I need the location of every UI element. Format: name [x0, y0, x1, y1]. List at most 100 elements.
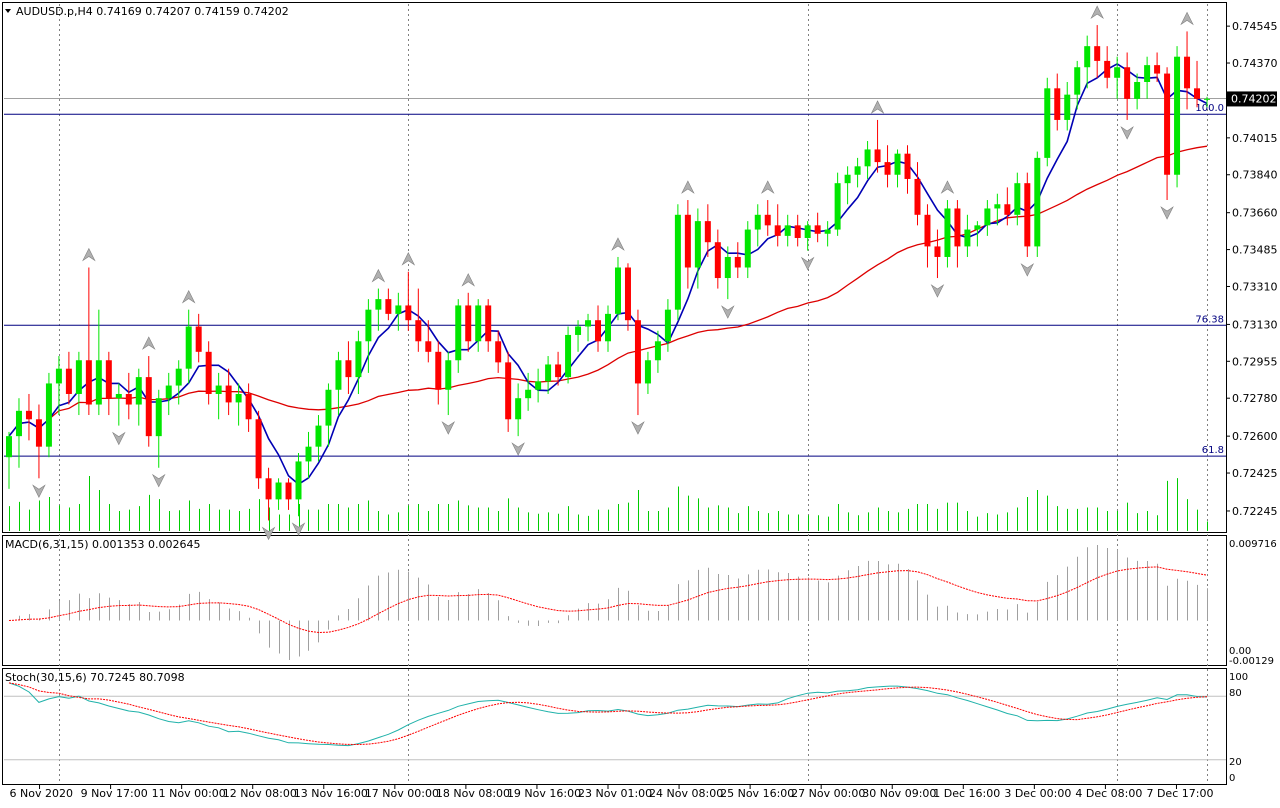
candle-body [1054, 88, 1061, 120]
time-label: 30 Nov 09:00 [862, 787, 936, 800]
current-price-label: 0.74202 [1231, 92, 1277, 105]
candle-body [1094, 46, 1101, 61]
candle-body [395, 305, 402, 314]
candle-body [275, 482, 282, 500]
candle-body [175, 368, 182, 386]
time-label: 12 Nov 08:00 [223, 787, 297, 800]
candle-body [15, 410, 22, 437]
candle-body [994, 204, 1001, 209]
candle-body [465, 305, 472, 342]
candle-body [385, 299, 392, 314]
main-header-text: AUDUSD.p,H4 0.74169 0.74207 0.74159 0.74… [16, 5, 289, 18]
candle-body [1204, 98, 1211, 100]
candle-body [515, 398, 522, 420]
candle-body [345, 360, 352, 378]
candle-body [1004, 204, 1011, 215]
candle-body [1184, 56, 1191, 89]
candle-body [375, 299, 382, 310]
bull-candle [45, 372, 52, 458]
bull-candle [1174, 46, 1181, 188]
fib-level-label: 76.38 [1195, 314, 1224, 325]
bull-candle [1044, 77, 1051, 167]
candle-body [974, 225, 981, 230]
candle-body [455, 305, 462, 361]
candle-body [215, 385, 222, 394]
time-label: 17 Nov 00:00 [365, 787, 439, 800]
candle-body [75, 360, 82, 394]
candle-body [5, 436, 12, 458]
candle-body [1124, 67, 1131, 99]
candle-body [984, 208, 991, 226]
candle-body [954, 208, 961, 247]
price-label: 0.74545 [1232, 20, 1278, 33]
candle-body [155, 398, 162, 437]
candle-body [934, 246, 941, 257]
candle-body [854, 166, 861, 175]
stoch-scale-0: 0 [1229, 773, 1235, 784]
candle-body [555, 364, 562, 378]
candle-body [1194, 88, 1201, 99]
trading-chart[interactable]: 100.0 76.38 61.8 AUDUSD.p,H4 0.74169 0.742… [0, 0, 1280, 804]
time-axis[interactable]: 6 Nov 2020 9 Nov 17:00 11 Nov 00:0012 Nov … [10, 785, 1214, 800]
candle-body [724, 256, 731, 279]
time-label: 3 Dec 00:00 [1004, 787, 1071, 800]
candle-body [894, 153, 901, 175]
candle-body [505, 362, 512, 420]
candle-body [794, 225, 801, 238]
candle-body [1014, 183, 1021, 215]
candle-body [764, 214, 771, 226]
candle-body [774, 225, 781, 236]
candle-body [1104, 60, 1111, 78]
time-label: 13 Nov 16:00 [294, 787, 368, 800]
bear-candle [255, 410, 262, 489]
candle-body [1174, 56, 1181, 175]
candle-body [884, 162, 891, 175]
candle-body [734, 256, 741, 268]
candle-body [1074, 67, 1081, 95]
candle-body [1034, 157, 1041, 247]
candle-body [95, 360, 102, 405]
price-label: 0.72955 [1232, 355, 1278, 368]
candle-body [285, 482, 292, 500]
candle-body [195, 326, 202, 352]
candle-body [35, 419, 42, 447]
bear-candle [1024, 172, 1031, 257]
candle-body [525, 389, 532, 399]
macd-scale-max: 0.009716 [1229, 539, 1277, 550]
candle-body [475, 305, 482, 342]
time-label: 24 Nov 08:00 [649, 787, 723, 800]
candle-body [315, 425, 322, 447]
stoch-header-text: Stoch(30,15,6) 70.7245 80.7098 [5, 671, 185, 684]
current-price-tag: 0.74202 [1227, 91, 1277, 107]
candle-body [135, 377, 142, 405]
candle-body [1144, 65, 1151, 82]
stoch-scale-100: 100 [1229, 672, 1248, 683]
candle-body [205, 351, 212, 394]
candle-body [674, 214, 681, 310]
candle-body [575, 326, 582, 335]
candle-body [585, 320, 592, 327]
bull-candle [565, 326, 572, 384]
candle-body [445, 360, 452, 390]
candle-body [65, 368, 72, 394]
candle-body [924, 214, 931, 247]
candle-body [365, 309, 372, 342]
candle-body [45, 383, 52, 447]
price-label: 0.74015 [1232, 132, 1278, 145]
macd-header-text: MACD(6,31,15) 0.001353 0.002645 [5, 538, 201, 551]
candle-body [25, 410, 32, 420]
chart-canvas[interactable]: 100.0 76.38 61.8 AUDUSD.p,H4 0.74169 0.742… [0, 0, 1280, 804]
price-label: 0.72245 [1232, 505, 1278, 518]
fib-level-label: 100.0 [1195, 103, 1224, 114]
candle-body [664, 309, 671, 342]
time-label: 25 Nov 16:00 [720, 787, 794, 800]
candle-body [425, 341, 432, 352]
candle-body [235, 393, 242, 403]
candle-body [165, 385, 172, 399]
time-label: 4 Dec 08:00 [1075, 787, 1142, 800]
candle-body [145, 377, 152, 437]
chart-background [0, 0, 1280, 804]
candle-body [405, 305, 412, 321]
candle-body [325, 389, 332, 426]
candle-body [624, 267, 631, 321]
